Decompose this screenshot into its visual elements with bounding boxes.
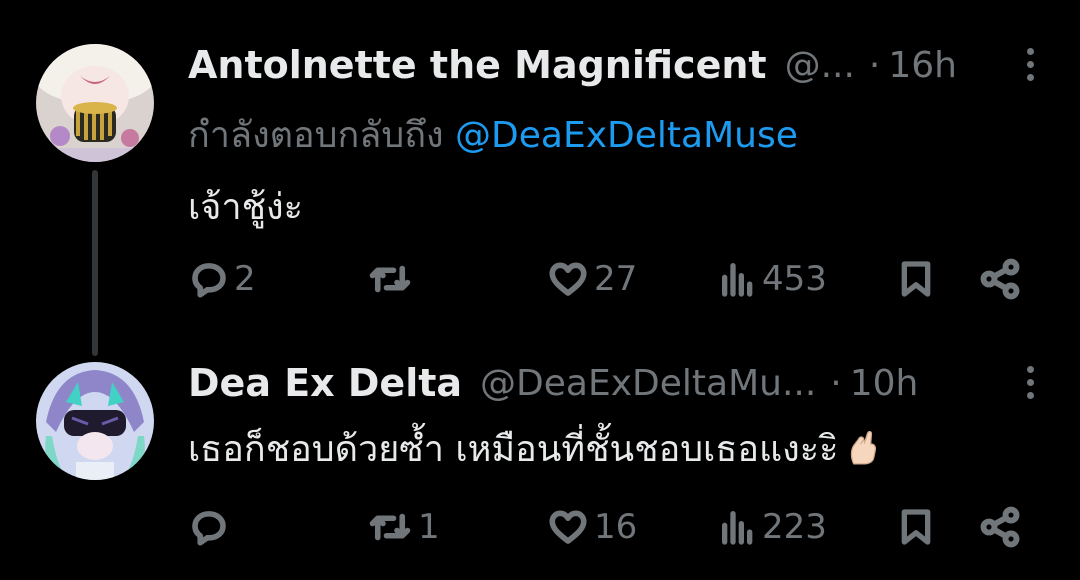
author-handle[interactable]: @DeaExDeltaMu... <box>480 363 816 404</box>
avatar-antoinette-image <box>36 44 154 162</box>
more-options-icon[interactable] <box>1024 48 1036 88</box>
share-button[interactable] <box>978 500 1022 554</box>
share-button[interactable] <box>978 252 1022 306</box>
author-name[interactable]: Dea Ex Delta <box>188 361 462 405</box>
heart-icon <box>549 510 587 544</box>
timestamp[interactable]: 16h <box>888 45 957 86</box>
reply-icon <box>192 263 226 298</box>
avatar-dea-ex-delta-image <box>36 362 154 480</box>
avatar[interactable] <box>36 362 154 480</box>
views-count: 223 <box>762 507 827 547</box>
retweet-count: 1 <box>418 507 440 547</box>
views-button[interactable]: 453 <box>718 252 827 306</box>
retweet-button[interactable] <box>366 252 418 306</box>
author-handle[interactable]: @... <box>785 45 855 86</box>
replying-to-mention-link[interactable]: @DeaExDeltaMuse <box>455 115 798 156</box>
like-button[interactable]: 16 <box>546 500 637 554</box>
replying-to: กำลังตอบกลับถึง @DeaExDeltaMuse <box>188 106 798 163</box>
like-count: 16 <box>594 507 638 547</box>
bookmark-icon <box>901 261 931 297</box>
tweet-actions: 2 27 453 <box>0 252 1080 306</box>
heart-icon <box>549 262 587 296</box>
retweet-icon <box>369 265 411 293</box>
tweet-header: Dea Ex Delta @DeaExDeltaMu... · 10h <box>188 356 1060 410</box>
tweet-reply-1[interactable]: Antolnette the Magnificent @... · 16h กำ… <box>0 38 1080 318</box>
tweet-header: Antolnette the Magnificent @... · 16h <box>188 38 1060 92</box>
reply-button[interactable]: 2 <box>188 252 256 306</box>
reply-icon <box>192 511 226 546</box>
separator-dot: · <box>830 362 842 404</box>
share-icon <box>980 506 1020 548</box>
retweet-icon <box>369 513 411 541</box>
more-options-icon[interactable] <box>1024 366 1036 406</box>
tweet-text-container: เธอก็ชอบด้วยซ้ำ เหมือนที่ชั้นชอบเธอแงะะิ <box>188 420 882 477</box>
tweet-text: เธอก็ชอบด้วยซ้ำ เหมือนที่ชั้นชอบเธอแงะะิ <box>188 429 839 470</box>
separator-dot: · <box>868 44 881 86</box>
tweet-text: เจ้าชู้ง่ะ <box>188 187 303 228</box>
views-bar-chart-icon <box>722 263 753 297</box>
retweet-button[interactable]: 1 <box>366 500 440 554</box>
like-button[interactable]: 27 <box>546 252 637 306</box>
reply-count: 2 <box>234 259 256 299</box>
reply-button[interactable] <box>188 500 234 554</box>
tweet-actions: 1 16 223 <box>0 500 1080 554</box>
author-name[interactable]: Antolnette the Magnificent <box>188 43 767 87</box>
views-button[interactable]: 223 <box>718 500 827 554</box>
share-icon <box>980 258 1020 300</box>
like-count: 27 <box>594 259 638 299</box>
timestamp[interactable]: 10h <box>850 363 919 404</box>
views-count: 453 <box>762 259 827 299</box>
tweet-reply-2[interactable]: Dea Ex Delta @DeaExDeltaMu... · 10h เธอก… <box>0 356 1080 566</box>
replying-to-label: กำลังตอบกลับถึง <box>188 115 444 156</box>
avatar[interactable] <box>36 44 154 162</box>
pinched-fingers-emoji-icon <box>844 427 882 476</box>
bookmark-button[interactable] <box>896 252 936 306</box>
bookmark-icon <box>901 509 931 545</box>
bookmark-button[interactable] <box>896 500 936 554</box>
views-bar-chart-icon <box>722 510 753 545</box>
